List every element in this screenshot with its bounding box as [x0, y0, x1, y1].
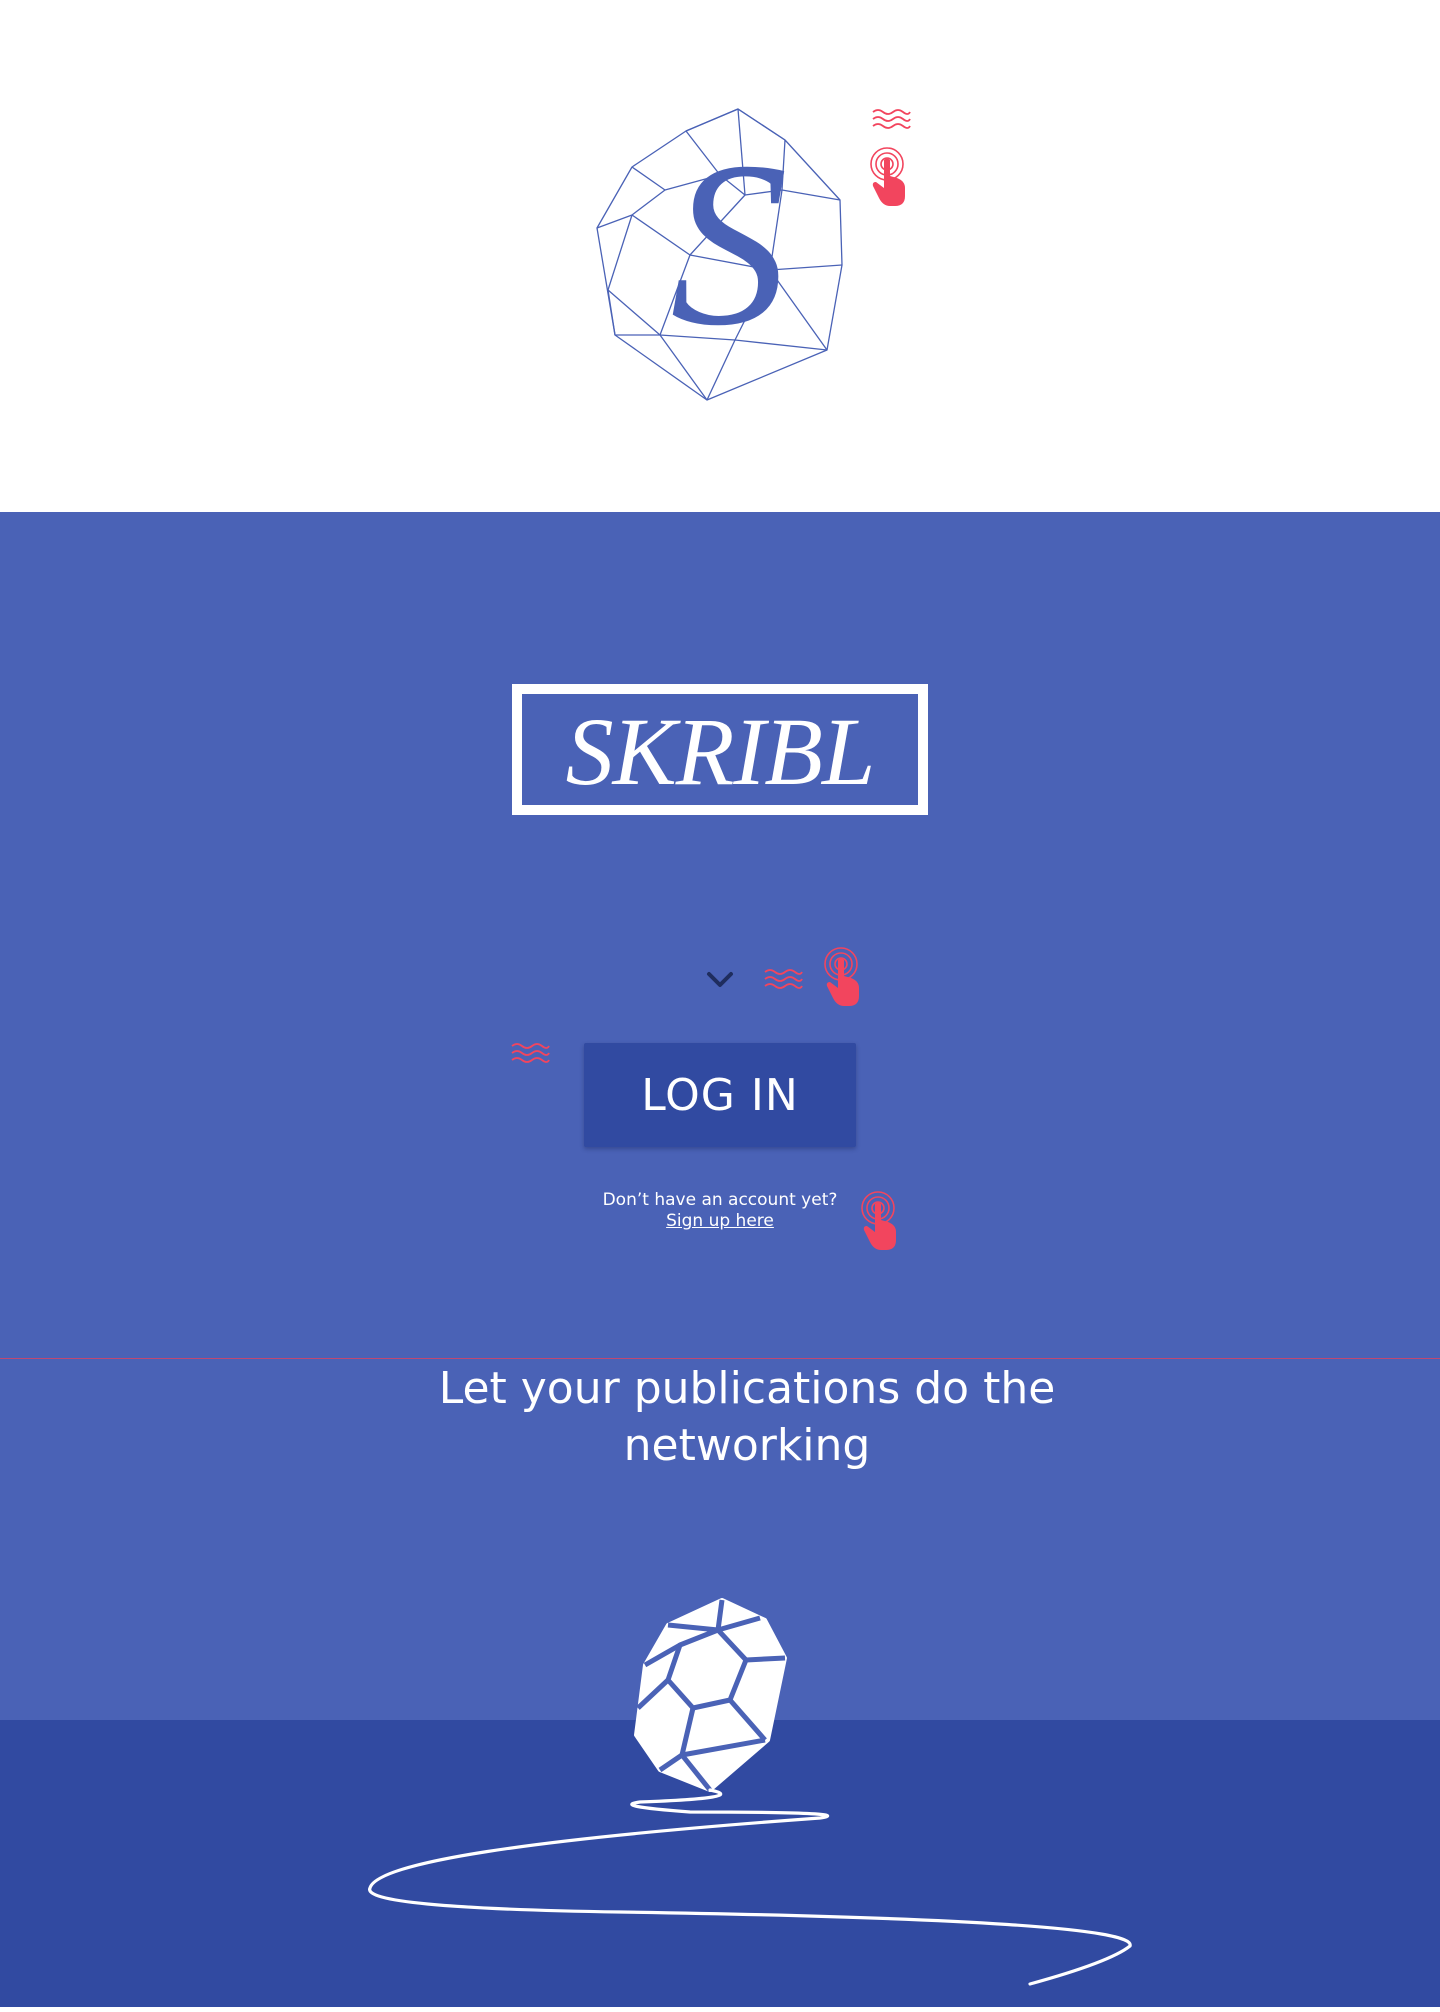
wordmark-text: SKRIBL [565, 697, 876, 805]
vibration-wave-icon [763, 967, 803, 991]
monogram-letter: S [670, 114, 788, 375]
wordmark-logo: SKRIBL [512, 684, 928, 815]
vibration-wave-icon [871, 107, 911, 131]
vibration-wave-icon [510, 1041, 550, 1065]
tap-gesture-icon [823, 946, 867, 1008]
login-button[interactable]: LOG IN [584, 1043, 856, 1147]
section-divider [0, 1358, 1440, 1359]
tap-gesture-icon [860, 1190, 904, 1252]
tap-gesture-icon [869, 146, 913, 208]
hero-tagline: Let your publications do the networking [438, 1363, 1056, 1471]
signup-link[interactable]: Sign up here [666, 1211, 774, 1231]
chevron-down-icon[interactable] [706, 970, 734, 990]
gem-icon [634, 1598, 787, 1792]
signup-prompt: Don’t have an account yet? [602, 1190, 838, 1210]
gem-illustration [0, 1590, 1440, 2007]
monogram-logo: S [590, 105, 850, 405]
signup-block: Don’t have an account yet? Sign up here [560, 1190, 880, 1232]
